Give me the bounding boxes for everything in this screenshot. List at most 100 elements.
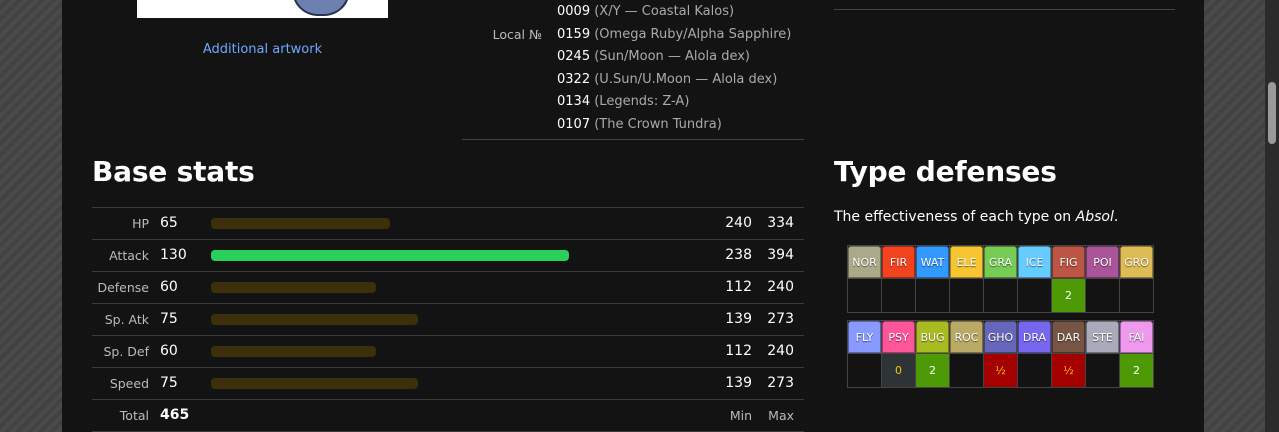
type-header-cell: POI: [1085, 245, 1120, 279]
local-dex-entry: 0245 (Sun/Moon — Alola dex): [557, 48, 791, 71]
stat-value: 60: [160, 343, 178, 359]
local-dex-list: 0009 (X/Y — Coastal Kalos) 0159 (Omega R…: [557, 3, 791, 139]
desc-prefix: The effectiveness of each type on: [834, 209, 1076, 225]
type-defenses-heading: Type defenses: [834, 155, 1057, 188]
stat-row-attack: Attack 130 238 394: [92, 239, 804, 271]
stat-min: 238: [725, 247, 752, 263]
dex-number: 0245: [557, 49, 591, 65]
type-multiplier: [949, 278, 984, 313]
stat-label: Defense: [97, 280, 149, 295]
type-chip[interactable]: PSY: [882, 321, 915, 353]
type-header-cell: ELE: [949, 245, 984, 279]
stat-value: 75: [160, 375, 178, 391]
dex-note: (X/Y — Coastal Kalos): [594, 4, 735, 19]
divider: [834, 9, 1175, 10]
type-defenses-description: The effectiveness of each type on Absol.: [834, 209, 1118, 225]
stat-row-total: Total 465 Min Max: [92, 399, 804, 432]
type-header-cell: DRA: [1017, 320, 1052, 354]
type-header-cell: GRO: [1119, 245, 1154, 279]
dex-number: 0134: [557, 94, 591, 110]
dex-note: (Legends: Z-A): [594, 94, 690, 110]
type-chip[interactable]: FLY: [848, 321, 881, 353]
pokemon-name: Absol: [1075, 209, 1114, 225]
stat-label: Speed: [109, 376, 149, 391]
stat-max: 273: [767, 375, 794, 391]
additional-artwork-link[interactable]: Additional artwork: [137, 42, 388, 57]
type-multiplier: ½: [1051, 353, 1086, 388]
scrollbar-thumb[interactable]: [1268, 82, 1276, 144]
stat-bar: [211, 314, 418, 325]
type-header-cell: FIG: [1051, 245, 1086, 279]
type-header-cell: ICE: [1017, 245, 1052, 279]
stat-value: 60: [160, 279, 178, 295]
type-chip[interactable]: POI: [1086, 246, 1119, 278]
type-header-cell: DAR: [1051, 320, 1086, 354]
stat-bar: [211, 378, 418, 389]
type-chip[interactable]: DRA: [1018, 321, 1051, 353]
type-chip[interactable]: GHO: [984, 321, 1017, 353]
dex-note: (U.Sun/U.Moon — Alola dex): [594, 71, 778, 87]
type-chip[interactable]: BUG: [916, 321, 949, 353]
type-defense-table: FLY PSY BUG ROC GHO DRA DAR STE FAI 0 2 ½ ½ 2: [847, 320, 1154, 388]
local-dex-entry: 0322 (U.Sun/U.Moon — Alola dex): [557, 71, 791, 94]
min-column-label: Min: [729, 408, 752, 423]
dex-number: 0107: [557, 116, 591, 132]
type-multiplier: [1017, 278, 1052, 313]
stat-label: Total: [119, 408, 149, 423]
type-multiplier: [1017, 353, 1052, 388]
type-header-cell: FIR: [881, 245, 916, 279]
local-dex-entry: 0159 (Omega Ruby/Alpha Sapphire): [557, 26, 791, 49]
type-multiplier: [983, 278, 1018, 313]
type-multiplier: 2: [915, 353, 950, 388]
type-chip[interactable]: GRA: [984, 246, 1017, 278]
type-chip[interactable]: FIR: [882, 246, 915, 278]
type-chip[interactable]: FIG: [1052, 246, 1085, 278]
type-multiplier: ½: [983, 353, 1018, 388]
dex-note: (The Crown Tundra): [594, 116, 722, 132]
type-defense-table: NOR FIR WAT ELE GRA ICE FIG POI GRO 2: [847, 245, 1154, 313]
stat-label: Sp. Def: [103, 344, 149, 359]
type-chip[interactable]: NOR: [848, 246, 881, 278]
type-multiplier: [915, 278, 950, 313]
type-multiplier: [949, 353, 984, 388]
type-chip[interactable]: ICE: [1018, 246, 1051, 278]
local-dex-label: Local №: [492, 27, 542, 42]
stat-max: 240: [767, 279, 794, 295]
local-dex-entry: 0107 (The Crown Tundra): [557, 116, 791, 139]
type-chip[interactable]: ELE: [950, 246, 983, 278]
type-chip[interactable]: STE: [1086, 321, 1119, 353]
stat-max: 334: [767, 215, 794, 231]
type-header-cell: FLY: [847, 320, 882, 354]
type-chip[interactable]: GRO: [1120, 246, 1153, 278]
type-chip[interactable]: FAI: [1120, 321, 1153, 353]
scrollbar[interactable]: [1265, 0, 1279, 432]
stat-bar: [211, 346, 376, 357]
stat-max: 240: [767, 343, 794, 359]
desc-suffix: .: [1113, 209, 1119, 225]
type-header-cell: ROC: [949, 320, 984, 354]
stat-row-sp-atk: Sp. Atk 75 139 273: [92, 303, 804, 335]
max-column-label: Max: [768, 408, 794, 423]
stat-value: 65: [160, 215, 178, 231]
stat-label: HP: [132, 216, 149, 231]
stat-min: 240: [725, 215, 752, 231]
stat-row-sp-def: Sp. Def 60 112 240: [92, 335, 804, 367]
type-header-cell: GHO: [983, 320, 1018, 354]
type-header-cell: WAT: [915, 245, 950, 279]
divider: [462, 139, 804, 140]
local-dex-entry: 0009 (X/Y — Coastal Kalos): [557, 3, 791, 26]
dex-note: (Sun/Moon — Alola dex): [594, 49, 750, 65]
stat-bar: [211, 218, 390, 229]
stat-row-defense: Defense 60 112 240: [92, 271, 804, 303]
type-header-cell: NOR: [847, 245, 882, 279]
stat-min: 112: [725, 343, 752, 359]
stat-value: 75: [160, 311, 178, 327]
stat-max: 394: [767, 247, 794, 263]
stat-row-speed: Speed 75 139 273: [92, 367, 804, 399]
stat-total-value: 465: [160, 407, 190, 423]
type-header-cell: GRA: [983, 245, 1018, 279]
type-chip[interactable]: WAT: [916, 246, 949, 278]
type-chip[interactable]: DAR: [1052, 321, 1085, 353]
dex-number: 0159: [557, 26, 591, 42]
type-chip[interactable]: ROC: [950, 321, 983, 353]
